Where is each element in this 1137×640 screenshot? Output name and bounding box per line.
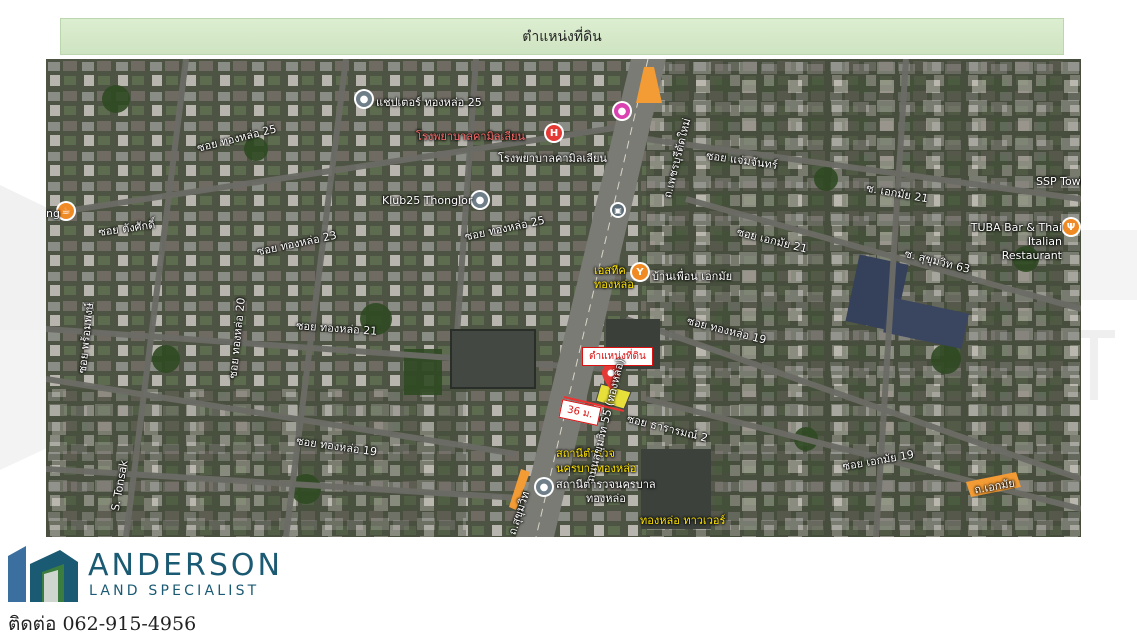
- label-thonglor-tower: ทองหล่อ ทาวเวอร์: [640, 514, 726, 527]
- place-pin-icon[interactable]: ●: [472, 192, 488, 208]
- label-hospital: โรงพยาบาลคามิลเลียน: [416, 130, 525, 143]
- label-tuba: TUBA Bar & Thai Italian Restaurant: [970, 221, 1062, 262]
- brand-name: ANDERSON: [88, 548, 283, 583]
- section-title-banner: ตำแหน่งที่ดิน: [60, 18, 1064, 55]
- label-chapter: แชปเตอร์ ทองหล่อ 25: [376, 96, 482, 109]
- label-baan-phuean: บ้านเพื่อน เอกมัย: [652, 270, 733, 283]
- place-pin-icon[interactable]: ●: [356, 91, 372, 107]
- restaurant-icon[interactable]: Ψ: [1063, 219, 1079, 235]
- police-icon[interactable]: ●: [536, 479, 552, 495]
- brand-subtitle: LAND SPECIALIST: [89, 583, 260, 599]
- restaurant-icon[interactable]: Y: [632, 264, 648, 280]
- label-hospital-sub: โรงพยาบาลคามิลเลียน: [498, 152, 607, 165]
- satellite-map[interactable]: ตำแหน่งที่ดิน 36 ม. ● แชปเตอร์ ทองหล่อ 2…: [46, 59, 1081, 537]
- shop-icon[interactable]: ●: [614, 103, 630, 119]
- cafe-icon[interactable]: ☕: [58, 203, 74, 219]
- label-police-4: ทองหล่อ: [586, 492, 626, 505]
- label-estique: เอสทีค ทองหล่อ: [594, 264, 634, 291]
- contact-phone[interactable]: ติดต่อ 062-915-4956: [8, 612, 196, 636]
- label-ng: ng: [46, 207, 60, 220]
- bus-icon[interactable]: ▣: [612, 204, 624, 216]
- section-title: ตำแหน่งที่ดิน: [522, 28, 602, 45]
- label-ssp: SSP Tower: [1036, 175, 1081, 188]
- label-klub: Klub25 Thonglor: [382, 194, 473, 207]
- hospital-icon[interactable]: H: [546, 125, 562, 141]
